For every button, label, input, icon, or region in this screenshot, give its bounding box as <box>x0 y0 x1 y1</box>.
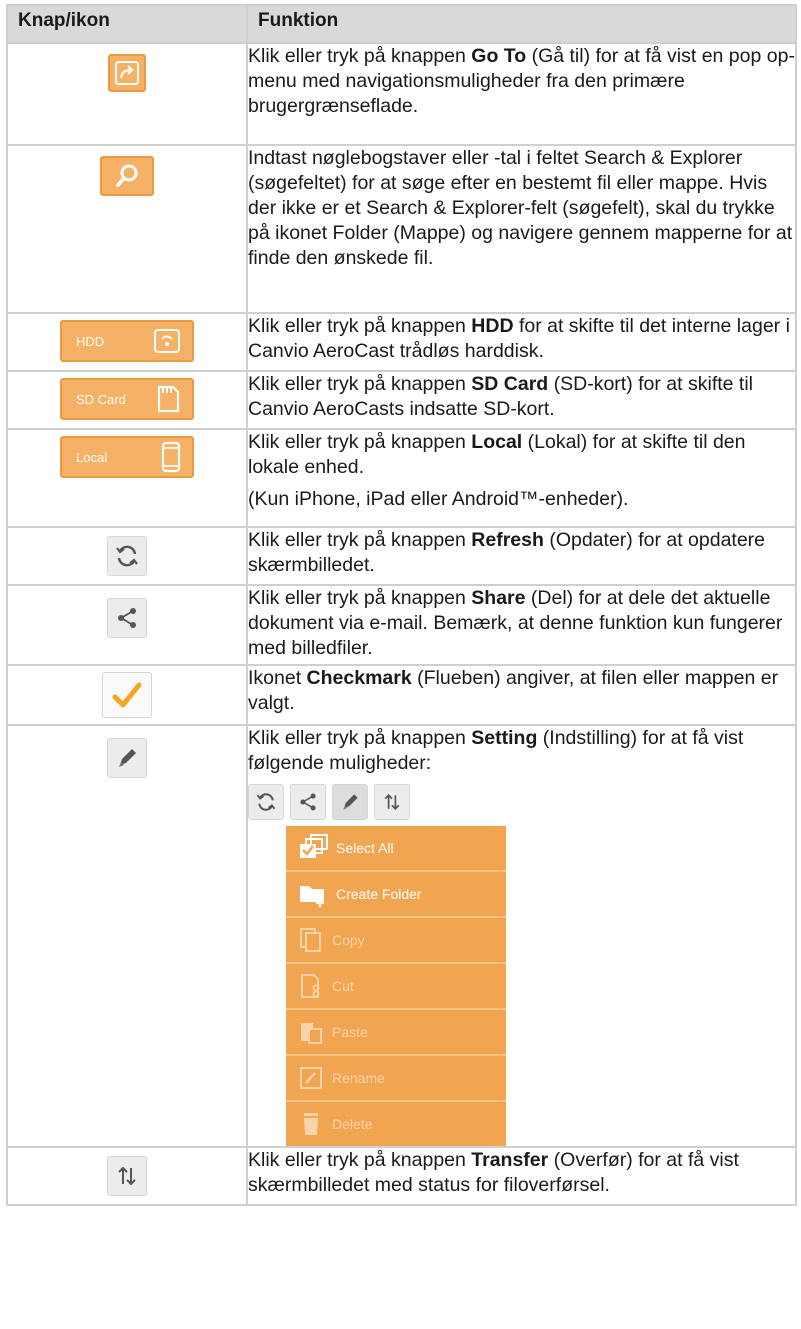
go-to-icon <box>115 61 139 85</box>
table-row: SD Card Klik eller tryk på knappen SD Ca… <box>6 370 797 430</box>
icon-cell: SD Card <box>6 370 248 430</box>
transfer-icon <box>118 1166 136 1186</box>
pencil-icon <box>343 794 358 810</box>
header-button-icon: Knap/ikon <box>6 4 248 44</box>
description-cell: Indtast nøglebogstaver eller -tal i felt… <box>246 144 797 314</box>
setting-button[interactable] <box>107 738 147 778</box>
menu-item-create-folder[interactable]: Create Folder <box>286 872 506 918</box>
table-row: Klik eller tryk på knappen Share (Del) f… <box>6 584 797 666</box>
checkmark-icon <box>112 682 142 708</box>
phone-icon <box>161 441 181 473</box>
transfer-icon <box>384 794 400 810</box>
table-header-row: Knap/ikon Funktion <box>6 4 797 44</box>
icon-cell <box>6 1146 248 1206</box>
description-cell: Klik eller tryk på knappen HDD for at sk… <box>246 312 797 372</box>
description-cell: Klik eller tryk på knappen Transfer (Ove… <box>246 1146 797 1206</box>
share-button[interactable] <box>290 784 326 820</box>
share-icon <box>118 608 136 628</box>
icon-cell <box>6 42 248 146</box>
table-row: Klik eller tryk på knappen Setting (Inds… <box>6 724 797 1148</box>
table-row: Indtast nøglebogstaver eller -tal i felt… <box>6 144 797 314</box>
settings-menu: Select All Create Folder Copy Cut Paste <box>286 826 506 1146</box>
select-all-icon <box>300 834 328 858</box>
search-button[interactable] <box>100 156 154 196</box>
sd-card-button[interactable]: SD Card <box>60 378 194 420</box>
create-folder-icon <box>300 886 324 907</box>
description-cell: Klik eller tryk på knappen Go To (Gå til… <box>246 42 797 146</box>
menu-item-cut[interactable]: Cut <box>286 964 506 1010</box>
table-row: Klik eller tryk på knappen Refresh (Opda… <box>6 526 797 586</box>
table-row: Klik eller tryk på knappen Go To (Gå til… <box>6 42 797 146</box>
rename-icon <box>300 1067 322 1089</box>
icon-cell <box>6 724 248 1148</box>
cut-icon <box>301 974 320 998</box>
setting-button[interactable] <box>332 784 368 820</box>
menu-item-delete[interactable]: Delete <box>286 1102 506 1146</box>
copy-icon <box>300 928 321 952</box>
table-row: Local Klik eller tryk på knappen Local (… <box>6 428 797 528</box>
function-table: Knap/ikon Funktion Klik eller tryk på kn… <box>6 4 797 1206</box>
menu-item-rename[interactable]: Rename <box>286 1056 506 1102</box>
description-cell: Klik eller tryk på knappen Local (Lokal)… <box>246 428 797 528</box>
share-button[interactable] <box>107 598 147 638</box>
refresh-button[interactable] <box>248 784 284 820</box>
search-icon <box>116 164 138 187</box>
hdd-icon <box>154 329 180 353</box>
pencil-icon <box>119 749 136 767</box>
delete-icon <box>304 1113 318 1135</box>
menu-item-copy[interactable]: Copy <box>286 918 506 964</box>
icon-cell: Local <box>6 428 248 528</box>
icon-cell <box>6 584 248 666</box>
menu-item-select-all[interactable]: Select All <box>286 826 506 872</box>
paste-icon <box>301 1023 322 1044</box>
share-icon <box>300 793 316 811</box>
icon-cell <box>6 526 248 586</box>
local-button[interactable]: Local <box>60 436 194 478</box>
transfer-button[interactable] <box>374 784 410 820</box>
refresh-button[interactable] <box>107 536 147 576</box>
table-row: Klik eller tryk på knappen Transfer (Ove… <box>6 1146 797 1206</box>
refresh-icon <box>256 793 276 811</box>
icon-cell: HDD <box>6 312 248 372</box>
icon-cell <box>6 664 248 726</box>
transfer-button[interactable] <box>107 1156 147 1196</box>
sd-card-icon <box>157 385 180 413</box>
header-function: Funktion <box>246 4 797 44</box>
table-row: HDD Klik eller tryk på knappen HDD for a… <box>6 312 797 372</box>
checkmark-button[interactable] <box>102 672 152 718</box>
description-cell: Klik eller tryk på knappen Share (Del) f… <box>246 584 797 666</box>
refresh-icon <box>116 545 138 567</box>
description-cell: Ikonet Checkmark (Flueben) angiver, at f… <box>246 664 797 726</box>
description-cell: Klik eller tryk på knappen SD Card (SD-k… <box>246 370 797 430</box>
description-cell: Klik eller tryk på knappen Refresh (Opda… <box>246 526 797 586</box>
icon-cell <box>6 144 248 314</box>
menu-item-paste[interactable]: Paste <box>286 1010 506 1056</box>
hdd-button[interactable]: HDD <box>60 320 194 362</box>
description-cell: Klik eller tryk på knappen Setting (Inds… <box>246 724 797 1148</box>
table-row: Ikonet Checkmark (Flueben) angiver, at f… <box>6 664 797 726</box>
go-to-button[interactable] <box>108 54 146 92</box>
settings-toolbar <box>248 784 795 820</box>
